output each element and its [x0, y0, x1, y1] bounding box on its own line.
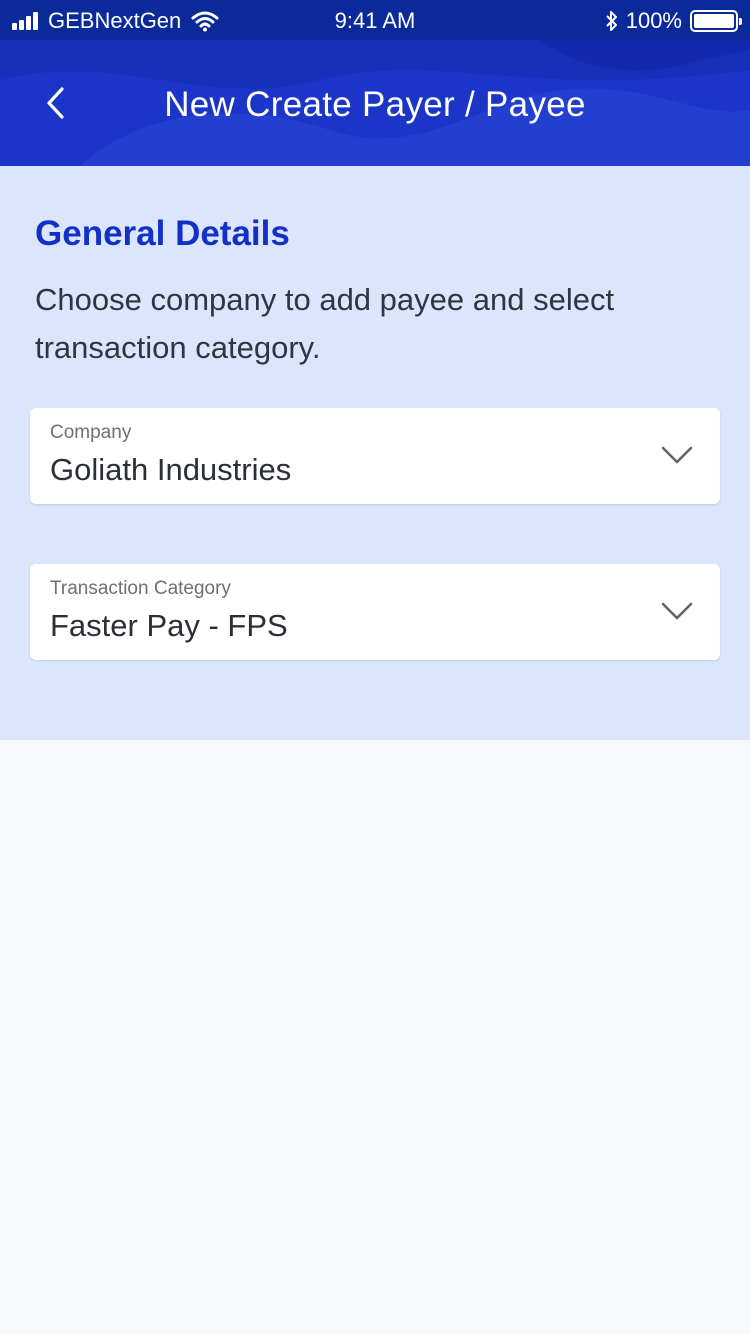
transaction-category-label: Transaction Category: [50, 578, 231, 599]
battery-percent: 100%: [625, 8, 682, 33]
empty-content-area: [0, 740, 750, 1334]
transaction-category-dropdown[interactable]: Transaction Category Faster Pay - FPS: [30, 564, 720, 660]
company-dropdown[interactable]: Company Goliath Industries: [30, 408, 720, 504]
section-title: General Details: [35, 214, 290, 253]
section-description: Choose company to add payee and select t…: [35, 282, 615, 365]
company-value: Goliath Industries: [50, 452, 292, 487]
transaction-category-value: Faster Pay - FPS: [50, 608, 288, 643]
chevron-down-icon: [661, 446, 693, 464]
company-label: Company: [50, 422, 132, 443]
chevron-down-icon: [661, 602, 693, 620]
app-header: New Create Payer / Payee: [0, 40, 750, 166]
battery-icon: [690, 10, 742, 32]
page-title: New Create Payer / Payee: [164, 85, 586, 124]
battery-fill: [694, 14, 734, 28]
status-right: 100%: [604, 8, 742, 34]
bluetooth-icon: [606, 11, 617, 31]
status-bar: GEBNextGen 9:41 AM 100%: [0, 0, 750, 40]
screen: GEBNextGen 9:41 AM 100% New Create Payer…: [0, 0, 750, 1334]
general-details-panel: General Details Choose company to add pa…: [0, 166, 750, 740]
